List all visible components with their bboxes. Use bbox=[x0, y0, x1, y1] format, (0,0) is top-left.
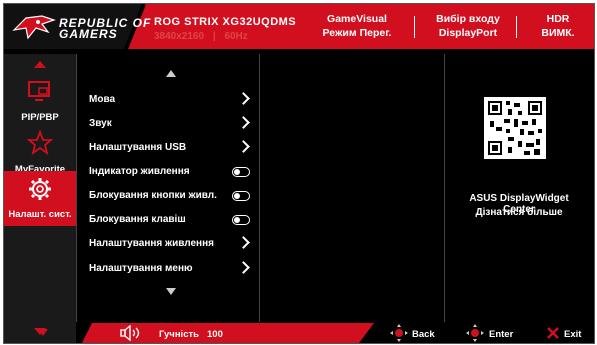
status-input: Вибір входу DisplayPort bbox=[428, 12, 508, 40]
footer-down-arrow-icon[interactable] bbox=[38, 329, 48, 336]
close-icon bbox=[547, 327, 559, 339]
toggle-switch[interactable] bbox=[232, 167, 250, 177]
menu-item-label: Мова bbox=[89, 94, 116, 105]
sidebar-scroll-up-icon[interactable] bbox=[34, 61, 46, 68]
enter-button[interactable]: Enter bbox=[489, 329, 513, 340]
menu-scroll-up-icon[interactable] bbox=[166, 70, 176, 77]
status-gamevisual-value: Режим Перег. bbox=[322, 27, 392, 39]
menu-item-label: Індикатор живлення bbox=[89, 166, 190, 177]
joystick-back-icon bbox=[390, 324, 408, 342]
status-divider bbox=[414, 16, 415, 38]
header: REPUBLIC OF GAMERS ROG STRIX XG32UQDMS 3… bbox=[4, 4, 594, 49]
status-gamevisual-title: GameVisual bbox=[327, 13, 387, 25]
menu-item-label: Налаштування меню bbox=[89, 263, 193, 274]
menu-item-power-settings[interactable]: Налаштування живлення bbox=[89, 233, 254, 255]
refresh-text: 60Hz bbox=[224, 31, 248, 42]
brand-line-2: GAMERS bbox=[59, 27, 118, 41]
joystick-enter-icon bbox=[466, 324, 484, 342]
chevron-right-icon bbox=[237, 116, 250, 129]
menu-item-label: Блокування клавіш bbox=[89, 214, 186, 225]
volume-label: Гучність bbox=[159, 329, 199, 340]
status-input-title: Вибір входу bbox=[436, 13, 500, 25]
osd-menu: REPUBLIC OF GAMERS ROG STRIX XG32UQDMS 3… bbox=[3, 3, 595, 344]
footer: Гучність 100 Back Enter Exit bbox=[4, 323, 594, 343]
sidebar: PIP/PBP MyFavorite Налашт. сист. bbox=[4, 54, 76, 343]
resolution-separator: | bbox=[212, 31, 216, 42]
toggle-knob bbox=[234, 193, 240, 199]
column-divider bbox=[444, 54, 445, 322]
menu-item-label: Звук bbox=[89, 118, 112, 129]
menu-item-power-key-lock[interactable]: Блокування кнопки живл. bbox=[89, 185, 254, 207]
chevron-right-icon bbox=[237, 140, 250, 153]
qr-code-icon bbox=[484, 97, 546, 159]
toggle-knob bbox=[234, 217, 240, 223]
model-resolution: 3840x2160 | 60Hz bbox=[154, 31, 248, 42]
resolution-text: 3840x2160 bbox=[154, 31, 205, 42]
chevron-right-icon bbox=[237, 236, 250, 249]
model-name: ROG STRIX XG32UQDMS bbox=[154, 16, 297, 28]
status-hdr-title: HDR bbox=[546, 13, 570, 25]
chevron-right-icon bbox=[237, 261, 250, 274]
toggle-switch[interactable] bbox=[232, 191, 250, 201]
speaker-icon bbox=[120, 325, 140, 341]
sidebar-item-label: PIP/PBP bbox=[21, 112, 59, 123]
qr-code-graphic bbox=[484, 97, 546, 159]
sidebar-item-pip-pbp[interactable]: PIP/PBP bbox=[4, 74, 76, 129]
brand-text: REPUBLIC OF GAMERS bbox=[59, 17, 151, 41]
menu-scroll-down-icon[interactable] bbox=[166, 288, 176, 295]
sidebar-item-label: Налашт. сист. bbox=[8, 209, 72, 220]
volume-value: 100 bbox=[207, 329, 223, 340]
status-input-value: DisplayPort bbox=[438, 27, 498, 39]
menu-item-sound[interactable]: Звук bbox=[89, 113, 254, 135]
menu-item-key-lock[interactable]: Блокування клавіш bbox=[89, 209, 254, 231]
gear-icon bbox=[29, 178, 51, 200]
toggle-switch[interactable] bbox=[232, 215, 250, 225]
status-hdr: HDR ВИМК. bbox=[528, 12, 588, 40]
back-button[interactable]: Back bbox=[412, 329, 435, 340]
column-divider bbox=[259, 54, 260, 322]
status-divider bbox=[516, 16, 517, 38]
status-gamevisual: GameVisual Режим Перег. bbox=[317, 12, 397, 40]
status-hdr-value: ВИМК. bbox=[541, 27, 575, 39]
column-divider bbox=[76, 54, 77, 322]
rog-logo-icon bbox=[12, 15, 56, 40]
menu-item-power-indicator[interactable]: Індикатор живлення bbox=[89, 161, 254, 183]
menu-item-label: Налаштування живлення bbox=[89, 238, 214, 249]
pip-icon bbox=[28, 81, 50, 101]
menu-item-menu-settings[interactable]: Налаштування меню bbox=[89, 258, 254, 280]
toggle-knob bbox=[234, 169, 240, 175]
menu-item-usb-setup[interactable]: Налаштування USB bbox=[89, 137, 254, 159]
menu-item-label: Блокування кнопки живл. bbox=[89, 190, 217, 201]
chevron-right-icon bbox=[237, 92, 250, 105]
star-icon bbox=[27, 130, 53, 156]
menu-item-language[interactable]: Мова bbox=[89, 89, 254, 111]
exit-button[interactable]: Exit bbox=[564, 329, 581, 340]
promo-link[interactable]: Дізнатися більше bbox=[454, 207, 584, 218]
sidebar-item-system-setup[interactable]: Налашт. сист. bbox=[4, 171, 76, 226]
menu-item-label: Налаштування USB bbox=[89, 142, 187, 153]
